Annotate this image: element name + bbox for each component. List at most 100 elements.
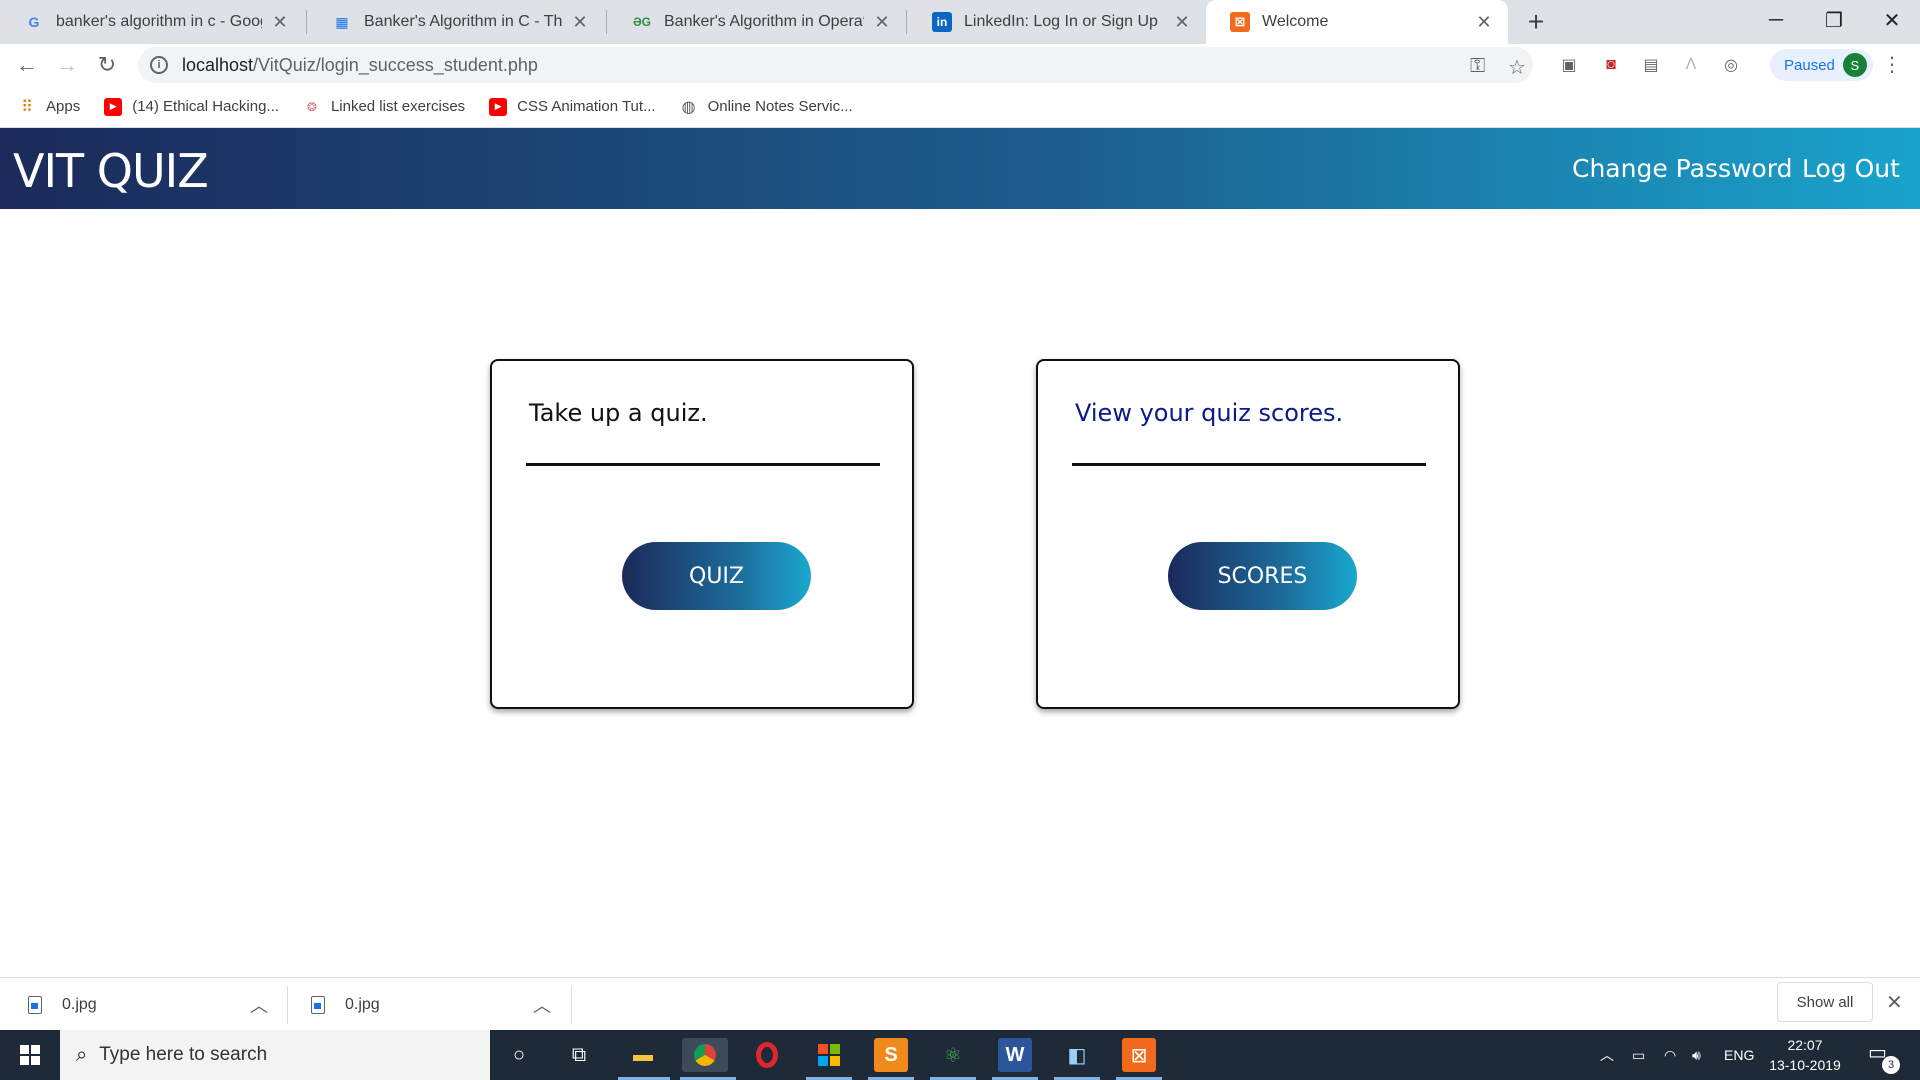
atom-icon[interactable]: ⚛ (936, 1038, 970, 1072)
close-icon[interactable]: ✕ (570, 12, 590, 32)
chevron-up-icon[interactable]: ︿ (250, 992, 268, 1018)
extension-bag-icon[interactable]: ▣ (1558, 54, 1580, 76)
change-password-link[interactable]: Change Password (1572, 154, 1792, 183)
info-icon[interactable]: i (150, 56, 168, 74)
close-icon[interactable]: ✕ (1474, 12, 1494, 32)
clock-date: 13-10-2019 (1769, 1057, 1841, 1073)
site-header: VIT QUIZ Change Password Log Out (0, 128, 1920, 209)
tab-bankers-gfg[interactable]: ƏG Banker's Algorithm in Operating ✕ (608, 0, 906, 44)
site-icon: ❂ (306, 99, 317, 114)
geeksforgeeks-icon: ƏG (632, 15, 652, 29)
profile-paused-button[interactable]: Paused S (1770, 49, 1873, 81)
bookmarks-bar: ⠿ Apps ▶ (14) Ethical Hacking... ❂ Linke… (0, 86, 1920, 128)
clock[interactable]: 22:07 13-10-2019 (1765, 1035, 1845, 1075)
taskbar-search[interactable]: ⌕ Type here to search (60, 1030, 490, 1080)
youtube-icon: ▶ (104, 97, 123, 116)
extension-docs-icon[interactable]: ▤ (1640, 54, 1662, 76)
chevron-up-icon[interactable]: ︿ (533, 992, 551, 1018)
divider (287, 986, 288, 1024)
search-icon: ⌕ (76, 1043, 88, 1066)
extension-a-icon[interactable]: Λ (1680, 54, 1702, 76)
opera-icon[interactable] (750, 1038, 784, 1072)
new-tab-button[interactable]: + (1520, 6, 1552, 38)
chrome-icon[interactable] (682, 1038, 728, 1072)
quiz-button[interactable]: QUIZ (622, 542, 811, 610)
pocket-icon[interactable]: ◙ (1600, 54, 1622, 76)
bookmark-ethical-hacking[interactable]: ▶ (14) Ethical Hacking... (104, 97, 279, 116)
bookmark-label: Linked list exercises (330, 98, 466, 115)
tab-google-search[interactable]: G banker's algorithm in c - Google ✕ (0, 0, 304, 44)
tab-title: Welcome (1262, 13, 1329, 30)
clock-time: 22:07 (1787, 1037, 1823, 1053)
download-filename: 0.jpg (62, 995, 97, 1013)
tab-title: banker's algorithm in c - Google (56, 13, 262, 30)
scores-card: View your quiz scores. SCORES (1036, 359, 1460, 709)
bookmark-label: Apps (46, 98, 81, 115)
tab-welcome[interactable]: ⊠ Welcome ✕ (1206, 0, 1508, 44)
windows-taskbar: ⌕ Type here to search ○ ⧉ ▬ S ⚛ W ◧ ⊠ ︿ … (0, 1030, 1920, 1080)
store-icon[interactable] (812, 1038, 846, 1072)
back-button[interactable]: ← (11, 49, 43, 81)
language-indicator[interactable]: ENG (1724, 1030, 1754, 1080)
url-path: /VitQuiz/login_success_student.php (253, 54, 538, 75)
divider (571, 986, 572, 1024)
forward-button[interactable]: → (51, 49, 83, 81)
close-downloads-icon[interactable]: ✕ (1886, 990, 1903, 1015)
download-item[interactable]: 0.jpg (28, 978, 278, 1031)
show-all-button[interactable]: Show all (1777, 982, 1873, 1022)
site-logo[interactable]: VIT QUIZ (13, 144, 209, 198)
download-filename: 0.jpg (345, 995, 380, 1013)
search-placeholder: Type here to search (99, 1044, 268, 1065)
tab-title: Banker's Algorithm in C - The Cra (364, 13, 562, 30)
divider (1072, 463, 1426, 466)
scores-button[interactable]: SCORES (1168, 542, 1357, 610)
logout-link[interactable]: Log Out (1802, 154, 1900, 183)
wifi-icon[interactable]: ◠ (1664, 1030, 1676, 1080)
task-view-icon[interactable]: ⧉ (562, 1038, 596, 1072)
battery-icon[interactable]: ▭ (1632, 1030, 1645, 1080)
avatar: S (1842, 53, 1867, 77)
restore-button[interactable]: ❐ (1806, 0, 1862, 40)
url-text[interactable]: localhost/VitQuiz/login_success_student.… (182, 55, 538, 76)
bookmark-label: CSS Animation Tut... (517, 98, 656, 115)
google-icon: G (28, 14, 40, 30)
linkedin-icon: in (932, 12, 952, 32)
tab-separator (906, 10, 907, 34)
more-menu-icon[interactable]: ⋮ (1882, 52, 1902, 77)
tab-linkedin[interactable]: in LinkedIn: Log In or Sign Up ✕ (908, 0, 1206, 44)
xampp-icon[interactable]: ⊠ (1122, 1038, 1156, 1072)
tray-chevron-icon[interactable]: ︿ (1600, 1030, 1614, 1080)
word-icon[interactable]: W (998, 1038, 1032, 1072)
sublime-text-icon[interactable]: S (874, 1038, 908, 1072)
quiz-card: Take up a quiz. QUIZ (490, 359, 914, 709)
browser-toolbar: ← → ↻ i localhost/VitQuiz/login_success_… (0, 44, 1920, 86)
close-window-button[interactable]: ✕ (1864, 0, 1920, 40)
bookmark-label: (14) Ethical Hacking... (132, 98, 279, 115)
file-explorer-icon[interactable]: ▬ (626, 1038, 660, 1072)
apps-grid-icon: ⠿ (21, 98, 33, 116)
reload-button[interactable]: ↻ (91, 49, 123, 81)
address-bar[interactable]: i localhost/VitQuiz/login_success_studen… (138, 47, 1533, 83)
minimize-button[interactable]: ─ (1748, 0, 1804, 40)
bookmark-css-animation[interactable]: ▶ CSS Animation Tut... (489, 97, 656, 116)
scores-card-title: View your quiz scores. (1075, 399, 1344, 427)
close-icon[interactable]: ✕ (1172, 12, 1192, 32)
close-icon[interactable]: ✕ (872, 12, 892, 32)
youtube-icon: ▶ (489, 97, 508, 116)
bookmark-apps[interactable]: ⠿ Apps (18, 98, 80, 116)
globe-icon: ◍ (681, 98, 696, 116)
download-item[interactable]: 0.jpg (311, 978, 561, 1031)
bookmark-online-notes[interactable]: ◍ Online Notes Servic... (680, 98, 853, 116)
extension-circle-icon[interactable]: ◎ (1720, 54, 1742, 76)
star-icon[interactable]: ☆ (1508, 55, 1526, 80)
close-icon[interactable]: ✕ (270, 12, 290, 32)
volume-icon[interactable]: 🔊︎ (1692, 1030, 1701, 1080)
tab-separator (306, 10, 307, 34)
start-button[interactable] (0, 1030, 60, 1080)
bookmark-linked-list[interactable]: ❂ Linked list exercises (303, 98, 465, 116)
quiz-card-title: Take up a quiz. (529, 399, 708, 427)
key-icon[interactable]: ⚿ (1470, 55, 1485, 78)
notepad-icon[interactable]: ◧ (1060, 1038, 1094, 1072)
tab-bankers-crazy[interactable]: ▦ Banker's Algorithm in C - The Cra ✕ (308, 0, 604, 44)
cortana-icon[interactable]: ○ (502, 1038, 536, 1072)
